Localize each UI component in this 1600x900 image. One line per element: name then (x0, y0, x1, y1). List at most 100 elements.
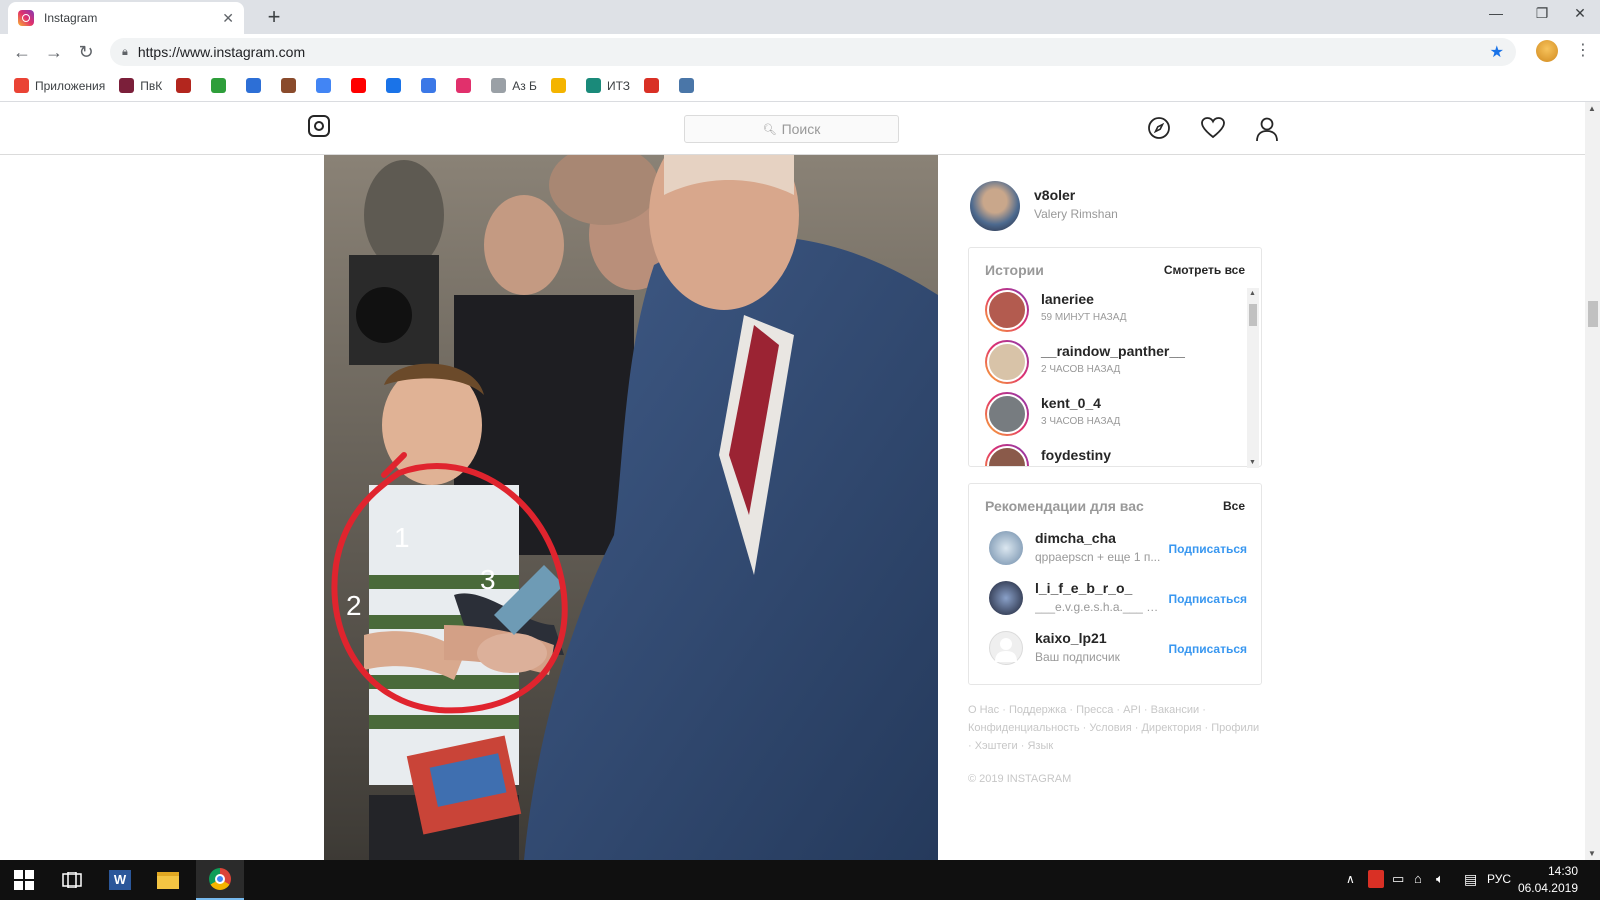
story-time: 59 МИНУТ НАЗАД (1041, 312, 1127, 323)
recommendation-username[interactable]: dimcha_cha (1035, 530, 1116, 546)
bookmark-item[interactable] (421, 78, 442, 93)
tab-close-icon[interactable]: ✕ (222, 10, 234, 27)
scroll-down-icon[interactable]: ▼ (1588, 849, 1596, 858)
windows-start-icon[interactable] (0, 860, 48, 900)
story-item[interactable]: laneriee 59 МИНУТ НАЗАД (985, 288, 1245, 336)
bookmark-item[interactable] (456, 78, 477, 93)
footer-links[interactable]: О Нас · Поддержка · Пресса · API · Вакан… (968, 701, 1262, 755)
avatar[interactable] (989, 531, 1023, 565)
recommendation-item: l_i_f_e_b_r_o_ ___e.v.g.e.s.h.a.___ + е.… (985, 578, 1247, 618)
avatar[interactable] (989, 631, 1023, 665)
story-time: 3 ЧАСОВ НАЗАД (1041, 416, 1121, 427)
back-icon[interactable]: ← (10, 40, 34, 64)
scroll-up-icon[interactable]: ▲ (1249, 290, 1256, 297)
story-username: __raindow_panther__ (1041, 343, 1185, 359)
follow-button[interactable]: Подписаться (1169, 542, 1247, 556)
word-icon[interactable]: W (96, 860, 144, 900)
battery-icon[interactable]: ▭ (1392, 871, 1404, 887)
browser-tab-strip: Instagram ✕ + — ❐ ✕ (0, 0, 1600, 34)
bookmark-star-icon[interactable]: ★ (1490, 42, 1504, 62)
url-text: https://www.instagram.com (137, 44, 306, 60)
volume-icon[interactable]: 🔈︎ (1436, 871, 1444, 887)
bookmarks-bar: Приложения ПвК Аз Б ИТЗ (0, 70, 1600, 102)
story-avatar[interactable] (985, 288, 1029, 332)
bookmark-item[interactable]: ПвК (119, 78, 162, 93)
recommendation-username[interactable]: kaixo_lp21 (1035, 630, 1107, 646)
bookmark-favicon-icon (316, 78, 332, 93)
bookmark-favicon-icon (585, 78, 601, 93)
post-photo[interactable]: 1 2 3 (324, 155, 938, 860)
bookmark-item[interactable]: Аз Б (491, 78, 537, 93)
instagram-logo-icon[interactable] (308, 115, 330, 137)
network-icon[interactable]: ⌂ (1414, 871, 1422, 886)
bookmark-item[interactable] (679, 78, 700, 93)
follow-button[interactable]: Подписаться (1169, 642, 1247, 656)
story-item[interactable]: __raindow_panther__ 2 ЧАСОВ НАЗАД (985, 340, 1245, 388)
stories-list: laneriee 59 МИНУТ НАЗАД __raindow_panthe… (969, 288, 1247, 466)
browser-menu-icon[interactable]: ⋮ (1575, 40, 1591, 60)
follow-button[interactable]: Подписаться (1169, 592, 1247, 606)
bookmark-item[interactable] (550, 78, 572, 93)
explore-icon[interactable] (1146, 116, 1172, 142)
file-explorer-icon[interactable] (144, 860, 192, 900)
clock-date: 06.04.2019 (1517, 881, 1578, 895)
page-scrollbar[interactable]: ▲ ▼ (1585, 102, 1600, 860)
recommendation-username[interactable]: l_i_f_e_b_r_o_ (1035, 580, 1132, 596)
story-item[interactable]: foydestiny (985, 444, 1245, 466)
tab-title: Instagram (44, 11, 98, 25)
minimize-button[interactable]: — (1473, 5, 1519, 21)
story-avatar[interactable] (985, 392, 1029, 436)
story-time: 2 ЧАСОВ НАЗАД (1041, 364, 1121, 375)
story-avatar[interactable] (985, 340, 1029, 384)
profile-icon[interactable] (1254, 116, 1280, 142)
avatar[interactable] (989, 581, 1023, 615)
bookmark-item[interactable] (211, 78, 232, 93)
current-fullname: Valery Rimshan (1034, 207, 1118, 221)
bookmark-item[interactable] (316, 78, 337, 93)
bookmark-item[interactable] (281, 78, 302, 93)
tray-chevron-icon[interactable]: ∧ (1346, 872, 1355, 886)
story-avatar[interactable] (985, 444, 1029, 466)
address-bar[interactable]: 🔒︎ https://www.instagram.com ★ (110, 38, 1516, 66)
search-input[interactable]: 🔍︎ Поиск (684, 115, 899, 143)
bookmark-item[interactable] (246, 78, 267, 93)
browser-tab[interactable]: Instagram ✕ (8, 2, 244, 34)
bookmark-item[interactable] (386, 78, 407, 93)
restore-button[interactable]: ❐ (1519, 5, 1565, 22)
bookmark-item[interactable] (176, 78, 197, 93)
notifications-icon[interactable]: ▤ (1464, 871, 1477, 888)
bookmark-item[interactable] (351, 78, 372, 93)
new-tab-button[interactable]: + (262, 4, 286, 30)
apps-grid-icon (14, 78, 29, 93)
forward-icon[interactable]: → (42, 40, 66, 64)
reload-icon[interactable]: ↻ (74, 40, 98, 64)
bookmark-item[interactable] (644, 78, 665, 93)
bookmark-item[interactable]: Приложения (14, 78, 105, 93)
current-username[interactable]: v8oler (1034, 187, 1075, 203)
task-view-icon[interactable] (48, 860, 96, 900)
stories-scrollbar[interactable]: ▲ ▼ (1247, 288, 1259, 468)
instagram-favicon-icon (18, 10, 34, 26)
scroll-up-icon[interactable]: ▲ (1588, 104, 1596, 113)
recommendations-all-link[interactable]: Все (1223, 499, 1245, 513)
bookmark-item[interactable]: ИТЗ (585, 78, 630, 93)
tray-app-icon[interactable] (1368, 870, 1384, 888)
bookmark-favicon-icon (176, 78, 192, 93)
scroll-down-icon[interactable]: ▼ (1249, 459, 1256, 466)
recommendations-title: Рекомендации для вас (985, 498, 1144, 514)
heart-icon[interactable] (1200, 116, 1226, 142)
input-language[interactable]: РУС (1487, 872, 1511, 886)
bookmark-favicon-icon (421, 78, 437, 93)
bookmark-favicon-icon (550, 78, 566, 93)
stories-see-all-link[interactable]: Смотреть все (1164, 263, 1245, 277)
story-item[interactable]: kent_0_4 3 ЧАСОВ НАЗАД (985, 392, 1245, 440)
window-close-button[interactable]: ✕ (1560, 5, 1600, 22)
browser-profile-avatar[interactable] (1536, 40, 1558, 62)
chrome-icon[interactable] (196, 860, 244, 900)
stories-scroll-thumb[interactable] (1249, 304, 1257, 326)
bookmark-label: Приложения (35, 78, 106, 93)
avatar[interactable] (970, 181, 1020, 231)
page-scroll-thumb[interactable] (1588, 301, 1598, 327)
clock[interactable]: 14:30 06.04.2019 (1518, 863, 1578, 897)
lock-icon: 🔒︎ (122, 45, 128, 58)
